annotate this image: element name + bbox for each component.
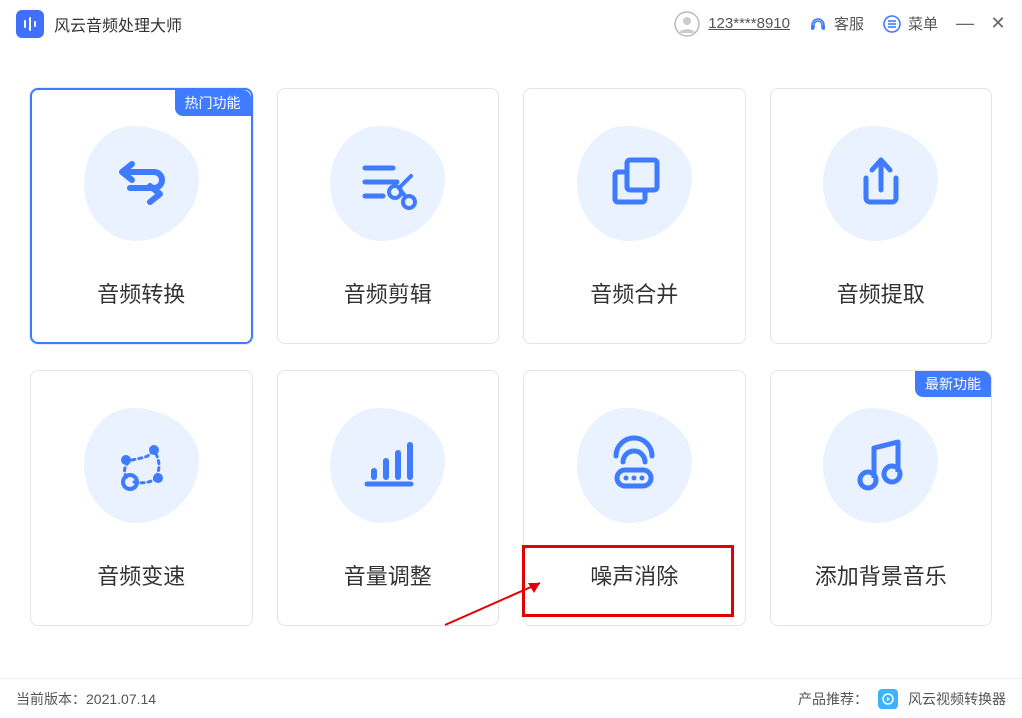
card-label: 音频合并 <box>590 277 678 309</box>
card-label: 添加背景音乐 <box>815 559 947 591</box>
badge-new: 最新功能 <box>915 371 991 397</box>
user-name[interactable]: 123****8910 <box>708 15 790 32</box>
music-icon <box>846 430 916 500</box>
footer: 当前版本：2021.07.14 产品推荐： 风云视频转换器 <box>0 678 1022 718</box>
close-button[interactable]: ✕ <box>990 13 1006 34</box>
feature-grid: 热门功能 音频转换 音频剪辑 音频合并 音频提取 音频变速 音量调整 <box>0 48 1022 636</box>
card-label: 噪声消除 <box>590 559 678 591</box>
convert-icon <box>106 148 176 218</box>
recommend-product[interactable]: 风云视频转换器 <box>908 689 1006 709</box>
avatar-icon[interactable] <box>674 11 700 37</box>
card-add-bgm[interactable]: 最新功能 添加背景音乐 <box>770 370 993 626</box>
card-label: 音量调整 <box>344 559 432 591</box>
app-logo-icon <box>16 10 44 38</box>
card-audio-convert[interactable]: 热门功能 音频转换 <box>30 88 253 344</box>
titlebar: 风云音频处理大师 123****8910 客服 菜单 — ✕ <box>0 0 1022 48</box>
card-audio-edit[interactable]: 音频剪辑 <box>277 88 500 344</box>
card-label: 音频转换 <box>97 277 185 309</box>
support-label: 客服 <box>834 13 864 34</box>
card-label: 音频变速 <box>97 559 185 591</box>
recommend-logo-icon <box>878 689 898 709</box>
speed-icon <box>106 430 176 500</box>
edit-icon <box>353 148 423 218</box>
card-volume-adjust[interactable]: 音量调整 <box>277 370 500 626</box>
card-noise-removal[interactable]: 噪声消除 <box>523 370 746 626</box>
card-label: 音频剪辑 <box>344 277 432 309</box>
app-title: 风云音频处理大师 <box>54 12 182 36</box>
merge-icon <box>599 148 669 218</box>
volume-icon <box>353 430 423 500</box>
headset-icon <box>808 14 828 34</box>
card-audio-extract[interactable]: 音频提取 <box>770 88 993 344</box>
badge-hot: 热门功能 <box>175 90 251 116</box>
minimize-button[interactable]: — <box>956 13 972 34</box>
card-audio-speed[interactable]: 音频变速 <box>30 370 253 626</box>
extract-icon <box>846 148 916 218</box>
version-label: 当前版本：2021.07.14 <box>16 689 156 709</box>
card-label: 音频提取 <box>837 277 925 309</box>
support-button[interactable]: 客服 <box>808 13 864 34</box>
menu-button[interactable]: 菜单 <box>882 13 938 34</box>
menu-label: 菜单 <box>908 13 938 34</box>
recommend-label: 产品推荐： <box>798 689 868 709</box>
noise-icon <box>599 430 669 500</box>
card-audio-merge[interactable]: 音频合并 <box>523 88 746 344</box>
menu-icon <box>882 14 902 34</box>
